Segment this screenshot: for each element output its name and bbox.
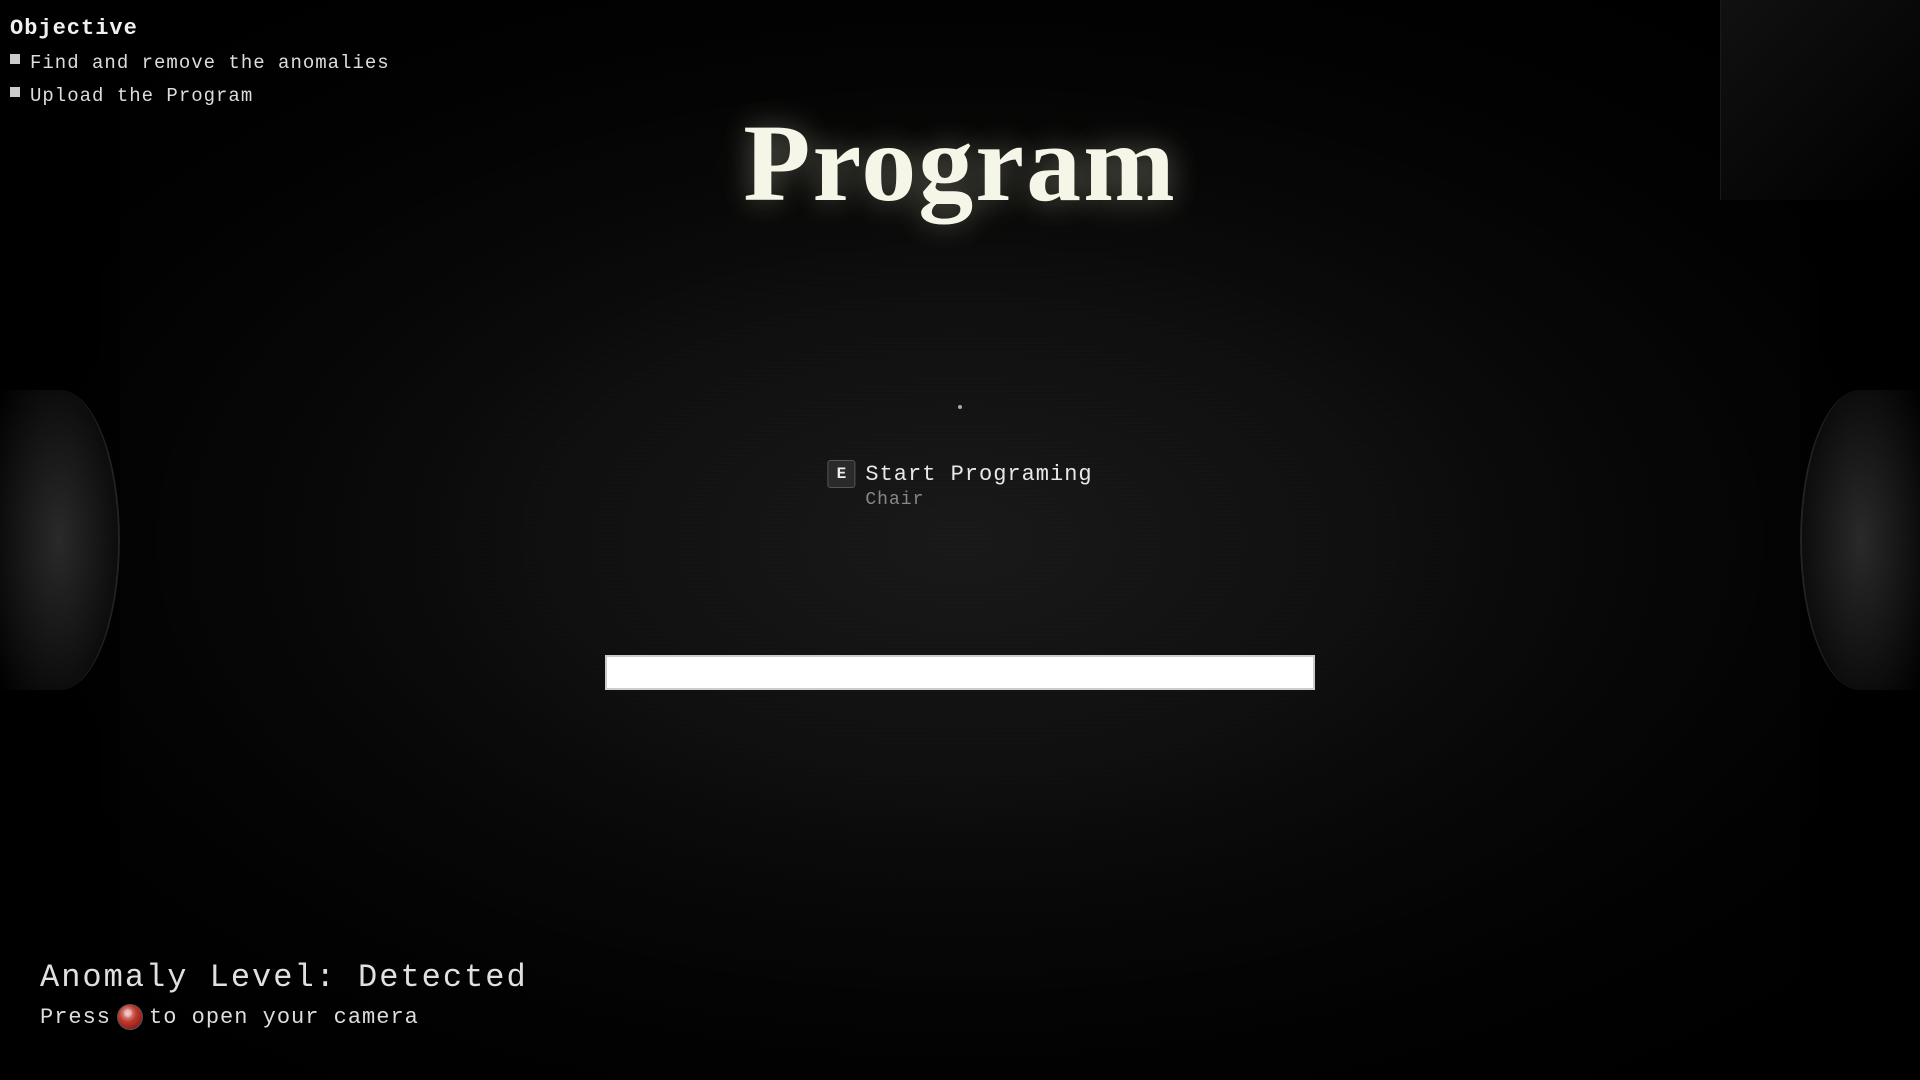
objective-item-2: Upload the Program: [10, 82, 390, 111]
camera-button-icon: [117, 1004, 143, 1030]
camera-prompt-prefix: Press: [40, 1005, 111, 1030]
objective-item-2-text: Upload the Program: [30, 82, 253, 111]
key-badge-e: E: [827, 460, 855, 488]
objective-item-1-text: Find and remove the anomalies: [30, 49, 390, 78]
interaction-prompt[interactable]: E Start Programing Chair: [827, 460, 1092, 510]
prompt-action-text: Start Programing: [865, 462, 1092, 487]
crosshair-dot: [958, 405, 962, 409]
objective-title: Objective: [10, 16, 390, 41]
camera-prompt-suffix: to open your camera: [149, 1005, 419, 1030]
prompt-sub-text: Chair: [865, 490, 924, 510]
bottom-hud: Anomaly Level: Detected Press to open yo…: [40, 959, 528, 1030]
anomaly-level-text: Anomaly Level: Detected: [40, 959, 528, 996]
objective-item-1: Find and remove the anomalies: [10, 49, 390, 78]
left-mechanical-element: [0, 390, 120, 690]
camera-prompt: Press to open your camera: [40, 1004, 528, 1030]
bullet-icon-1: [10, 54, 20, 64]
right-mechanical-element: [1800, 390, 1920, 690]
top-right-panel: [1720, 0, 1920, 200]
objective-section: Objective Find and remove the anomalies …: [10, 16, 390, 114]
bullet-icon-2: [10, 87, 20, 97]
program-title: Program: [743, 100, 1176, 227]
progress-bar-fill: [607, 657, 1313, 688]
prompt-main-row: E Start Programing: [827, 460, 1092, 488]
progress-bar-container: [605, 655, 1315, 690]
